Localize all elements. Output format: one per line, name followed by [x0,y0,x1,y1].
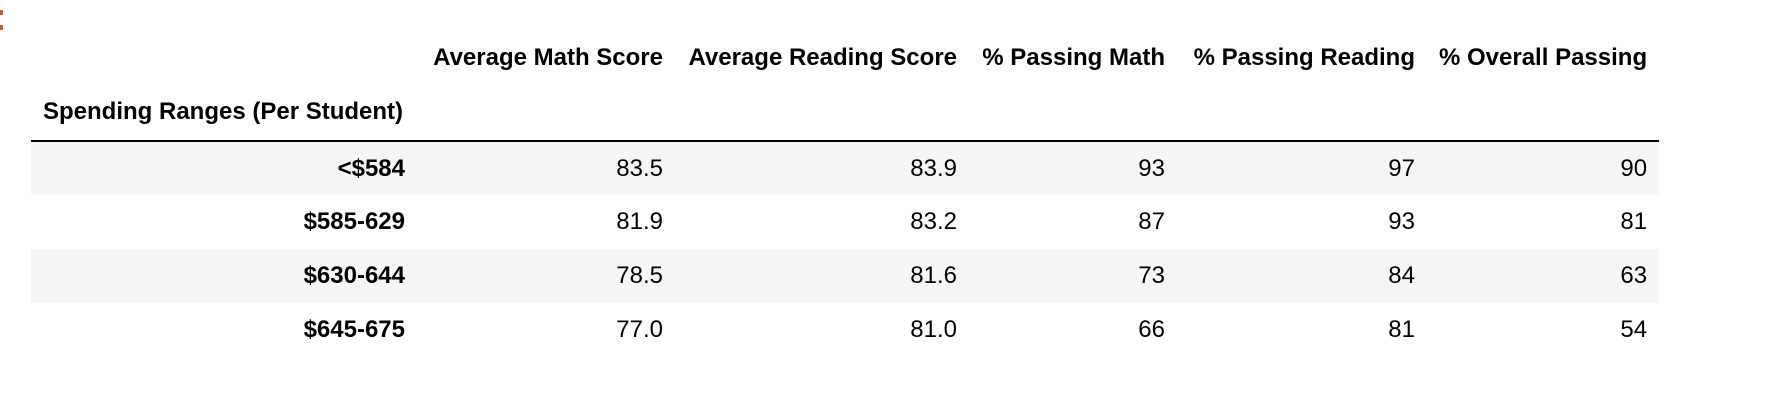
cell-percent-passing-reading: 84 [1388,262,1415,289]
output-prompt-dot-bottom [0,25,3,30]
index-name-label: Spending Ranges (Per Student) [31,84,417,142]
column-header-percent-passing-math: % Passing Math [982,44,1165,71]
table-row: $585-629 81.9 83.2 87 93 81 [31,195,1659,249]
cell-percent-passing-math: 93 [1138,154,1165,182]
index-row-blank-cell [969,84,1177,142]
cell-percent-passing-reading: 81 [1388,316,1415,343]
dataframe-header: Average Math Score Average Reading Score… [31,32,1660,142]
header-blank-cell [31,32,417,84]
row-index-label: <$584 [337,154,405,182]
row-index-label: $630-644 [303,262,405,289]
index-row-blank-cell [675,84,969,142]
cell-average-math-score: 77.0 [616,316,663,343]
column-header-average-math-score: Average Math Score [433,44,663,71]
row-index-label: $585-629 [303,208,405,235]
cell-average-reading-score: 83.9 [910,154,957,182]
cell-average-reading-score: 83.2 [910,208,957,235]
cell-percent-overall-passing: 63 [1620,262,1648,289]
cell-average-reading-score: 81.6 [910,262,957,289]
table-row: $630-644 78.5 81.6 73 84 63 [31,249,1660,303]
cell-percent-overall-passing: 81 [1620,208,1648,235]
cell-percent-overall-passing: 90 [1620,154,1648,182]
column-header-average-reading-score: Average Reading Score [688,44,957,71]
spending-summary-dataframe: Average Math Score Average Reading Score… [31,32,1660,357]
output-prompt-marker [0,10,4,30]
row-index-label: $645-675 [303,316,405,343]
cell-average-math-score: 78.5 [616,262,663,289]
cell-percent-passing-math: 87 [1138,208,1165,235]
cell-average-math-score: 83.5 [616,154,663,182]
cell-percent-passing-reading: 93 [1388,208,1415,235]
cell-percent-passing-math: 66 [1138,316,1165,343]
cell-percent-passing-reading: 97 [1388,154,1415,182]
index-row-blank-cell [1427,84,1660,142]
index-row-blank-cell [417,84,675,142]
output-prompt-dot-top [0,10,3,15]
column-header-row: Average Math Score Average Reading Score… [31,32,1659,84]
cell-percent-overall-passing: 54 [1620,316,1648,343]
column-header-percent-passing-reading: % Passing Reading [1193,44,1415,71]
cell-percent-passing-math: 73 [1138,262,1165,289]
table-row: <$584 83.5 83.9 93 97 90 [31,141,1660,195]
cell-average-math-score: 81.9 [616,208,663,235]
index-name-row: Spending Ranges (Per Student) [31,84,1660,142]
column-header-percent-overall-passing: % Overall Passing [1439,44,1648,71]
cell-average-reading-score: 81.0 [910,316,957,343]
table-row: $645-675 77.0 81.0 66 81 54 [31,303,1659,357]
dataframe-body: <$584 83.5 83.9 93 97 90 $585-629 81.9 8… [31,141,1660,357]
index-row-blank-cell [1177,84,1427,142]
